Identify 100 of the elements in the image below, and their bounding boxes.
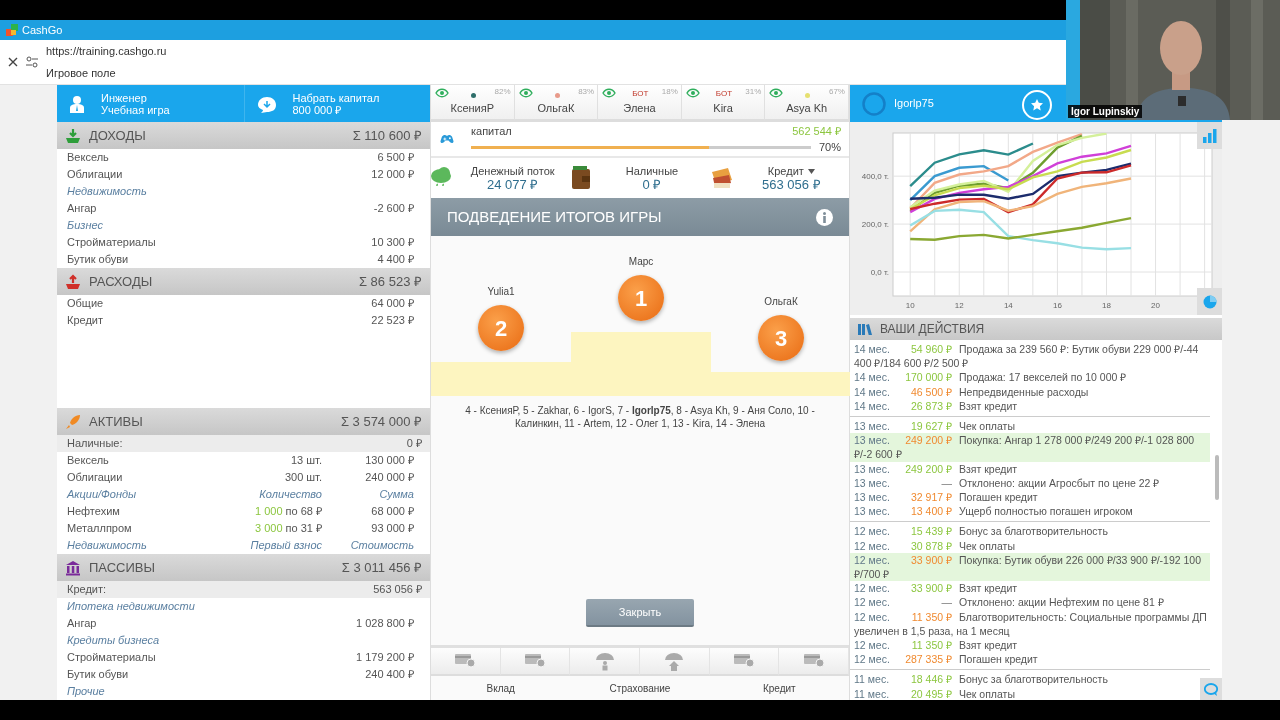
goal-text: Набрать капитал [292, 91, 380, 104]
row-value: 240 400 ₽ [364, 667, 414, 683]
goal-amount: 800 000 ₽ [292, 103, 343, 116]
winner-name: Марс [628, 255, 654, 269]
section-title: ДОХОДЫ [89, 126, 146, 145]
row-label: Кредит: [67, 582, 108, 598]
place-medal: 3 [758, 315, 804, 361]
axis-label: 400,0 т. [861, 172, 889, 182]
row-label: Нефтехим [67, 504, 121, 520]
player-name: Элена [622, 100, 657, 116]
row-value: 0 ₽ [406, 436, 422, 452]
page-title: Игровое поле [46, 65, 117, 81]
role-text: Инженер [101, 91, 148, 104]
action-entry: 12 мес. 11 350 ₽ Благотворительность: Социальные программы ДП увеличен в 1,5 раза, на 1 месяц [853, 609, 1208, 639]
section-total: Σ 86 523 ₽ [358, 272, 422, 291]
winner-name: Yulia1 [487, 285, 515, 299]
participant-name: Igor Lupinskiy [1068, 105, 1143, 118]
row-value: 68 000 ₽ [370, 504, 414, 520]
axis-label: 14 [1003, 301, 1013, 310]
action-entry: 12 мес. 287 335 ₽ Погашен кредит [853, 652, 1039, 667]
capital-value: 562 544 ₽ [792, 123, 841, 139]
action-entry: 12 мес. 15 439 ₽ Бонус за благотворительность [853, 524, 1109, 539]
place-medal: 2 [478, 305, 524, 351]
percent-text: 70% [818, 140, 841, 155]
action-entry: 12 мес. 33 900 ₽ Взят кредит [853, 581, 1019, 596]
category-label: Бизнес [67, 218, 104, 234]
app-title: CashGo [22, 22, 63, 38]
category-label: Ипотека недвижимости [67, 599, 196, 615]
axis-label: 20 [1151, 301, 1160, 310]
row-value: 6 500 ₽ [376, 150, 414, 166]
action-entry: 13 мес. 32 917 ₽ Погашен кредит [853, 490, 1039, 505]
place-medal: 1 [618, 275, 664, 321]
action-entry: 13 мес. 249 200 ₽ Взят кредит [853, 461, 1019, 476]
row-value: 240 000 ₽ [364, 470, 414, 486]
row-value: 1 028 800 ₽ [355, 616, 414, 632]
action-entry: 13 мес. — Отклонено: акции Агросбыт по цене 22 ₽ [853, 475, 1161, 491]
winner-name: ОльгаК [764, 295, 798, 309]
action-entry: 13 мес. 19 627 ₽ Чек оплаты [853, 419, 1016, 434]
row-detail: 13 шт. [291, 454, 322, 467]
results-text: 4 - КсенияР, 5 - Zakhar, 6 - IgorS, 7 - Igorlp75, 8 - Asya Kh, 9 - Аня Соло, 10 - Калинкин, 11 - Artem, 12 - Олег 1, 13 - Kira, 14 - Элена [464, 404, 816, 430]
category-label: Недвижимость [67, 184, 148, 200]
row-value: 10 300 ₽ [370, 235, 414, 251]
row-value: 563 056 ₽ [373, 582, 422, 598]
player-name: ОльгаК [536, 100, 576, 116]
bot-label: БОТ [632, 89, 649, 98]
row-label: Общие [67, 296, 105, 312]
column-label: Первый взнос [250, 539, 322, 552]
row-label: Ангар [67, 616, 98, 632]
quantity-value: 3 000 [255, 522, 283, 535]
action-entry: 12 мес. 30 878 ₽ Чек оплаты [853, 538, 1016, 553]
axis-label: 16 [1052, 301, 1062, 310]
axis-label: 200,0 т. [861, 220, 889, 230]
action-entry: 14 мес. 54 960 ₽ Продажа за 239 560 ₽: Бутик обуви 229 000 ₽/-44 400 ₽/184 600 ₽/2 500 ₽ [853, 342, 1200, 371]
category-label: Недвижимость [67, 538, 148, 554]
bot-label: БОТ [715, 89, 733, 98]
stat-label: Кредит [767, 165, 804, 178]
row-value: -2 600 ₽ [372, 201, 414, 217]
stat-value: 24 077 ₽ [486, 178, 539, 191]
axis-label: 0,0 т. [870, 268, 889, 278]
percent-text: 83% [578, 86, 595, 98]
action-entry: 11 мес. 20 495 ₽ Чек оплаты [853, 686, 1016, 700]
row-label: Ангар [67, 201, 98, 217]
action-entry: 13 мес. 249 200 ₽ Покупка: Ангар 1 278 000 ₽/249 200 ₽/-1 028 800 ₽/-2 600 ₽ [850, 433, 1210, 462]
section-title: РАСХОДЫ [89, 272, 153, 291]
action-entry: 14 мес. 26 873 ₽ Взят кредит [853, 398, 1019, 413]
row-value: 130 000 ₽ [364, 453, 414, 469]
page-url: https://training.cashgo.ru [46, 44, 167, 59]
player-name: Asya Kh [785, 100, 829, 116]
section-title: ВАШИ ДЕЙСТВИЯ [880, 320, 985, 338]
close-button[interactable]: Закрыть [586, 599, 694, 627]
action-entry: 11 мес. 18 446 ₽ Бонус за благотворительность [853, 672, 1109, 687]
row-detail: по 68 ₽ [285, 505, 322, 518]
capital-label: капитал [470, 123, 513, 139]
column-label: Сумма [378, 487, 414, 503]
percent-text: 67% [828, 86, 845, 98]
category-label: Акции/Фонды [67, 487, 138, 503]
row-value: 64 000 ₽ [370, 296, 414, 312]
row-label: Стройматериалы [67, 235, 157, 251]
row-label: Вексель [67, 453, 110, 469]
row-label: Бутик обуви [67, 667, 130, 683]
player-name: Kira [712, 100, 734, 116]
section-total: Σ 3 011 456 ₽ [341, 558, 422, 577]
row-label: Стройматериалы [67, 650, 157, 666]
row-value: 4 400 ₽ [376, 252, 414, 268]
category-label: Прочие [67, 684, 106, 700]
row-value: 1 179 200 ₽ [355, 650, 414, 666]
stat-value: 0 ₽ [642, 178, 662, 191]
username: Igorlp75 [894, 96, 934, 112]
column-label: Стоимость [349, 538, 414, 554]
axis-label: 12 [954, 301, 964, 310]
game-mode-text: Учебная игра [101, 103, 170, 116]
toolbar-label: Кредит [761, 681, 797, 696]
row-label: Кредит [67, 313, 104, 329]
column-label: Количество [259, 488, 322, 501]
row-label: Наличные: [67, 436, 124, 452]
stat-label: Денежный поток [470, 165, 555, 178]
stat-label: Наличные [625, 165, 679, 178]
section-title: ПАССИВЫ [89, 558, 156, 577]
modal-title: ПОДВЕДЕНИЕ ИТОГОВ ИГРЫ [447, 206, 663, 227]
toolbar-label: Страхование [608, 681, 672, 696]
